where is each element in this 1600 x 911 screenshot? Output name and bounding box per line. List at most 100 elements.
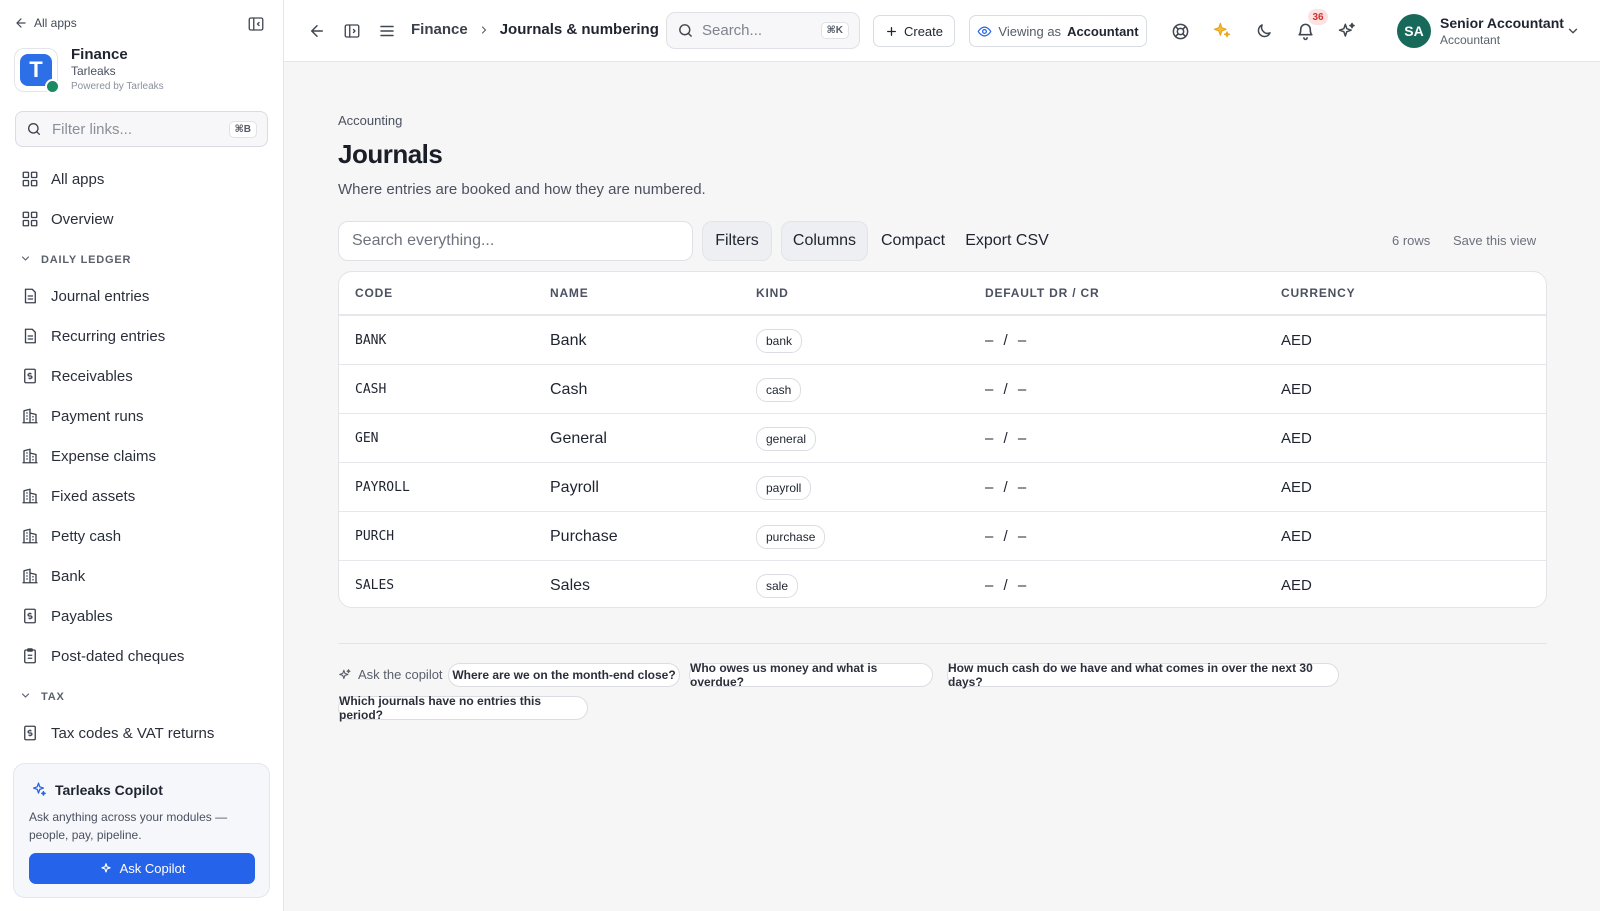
filters-button[interactable]: Filters — [702, 221, 772, 261]
column-header-code[interactable]: CODE — [355, 272, 393, 314]
table-search-input[interactable] — [352, 232, 679, 250]
grid-icon — [21, 210, 39, 228]
sidebar-item-recurring-entries[interactable]: Recurring entries — [21, 324, 165, 348]
column-header-kind[interactable]: KIND — [756, 272, 789, 314]
sparkle-icon — [99, 862, 113, 876]
sidebar-item-label: Post-dated cheques — [51, 647, 185, 665]
cell-default-dr-cr: – / – — [985, 381, 1027, 398]
ask-copilot-label: Ask the copilot — [338, 667, 443, 682]
plus-icon — [885, 25, 898, 38]
chevron-down-icon — [21, 691, 33, 703]
viewing-as-role: Accountant — [1067, 23, 1139, 39]
building-icon — [21, 447, 39, 465]
columns-button[interactable]: Columns — [781, 221, 868, 261]
table-row[interactable]: GEN General general – / – AED — [339, 414, 1546, 463]
cell-kind: payroll — [756, 463, 812, 512]
sidebar-item-all-apps[interactable]: All apps — [21, 167, 104, 191]
breadcrumb-finance[interactable]: Finance — [411, 21, 468, 38]
back-arrow-icon[interactable] — [306, 20, 328, 42]
back-to-all-apps-label: All apps — [34, 16, 77, 30]
kind-pill: purchase — [756, 524, 826, 549]
table-row[interactable]: BANK Bank bank – / – AED — [339, 316, 1546, 365]
sparkle-icon — [30, 781, 47, 798]
global-search-input[interactable] — [702, 22, 812, 39]
sidebar-item-receivables[interactable]: Receivables — [21, 364, 133, 388]
save-view-button[interactable]: Save this view — [1453, 233, 1536, 248]
app-subtitle: Tarleaks — [71, 64, 116, 78]
copilot-prompt-chip[interactable]: How much cash do we have and what comes … — [947, 661, 1339, 689]
journals-table: CODE NAME KIND DEFAULT DR / CR CURRENCY … — [338, 271, 1547, 608]
column-header-name[interactable]: NAME — [550, 272, 589, 314]
cell-code: SALES — [355, 578, 395, 593]
menu-icon[interactable] — [376, 20, 398, 42]
column-header-currency[interactable]: CURRENCY — [1281, 272, 1355, 314]
main-area: Finance Journals & numbering ⌘K Create V… — [284, 0, 1600, 911]
sidebar-item-payment-runs[interactable]: Payment runs — [21, 404, 144, 428]
create-button[interactable]: Create — [873, 15, 955, 47]
kind-pill: bank — [756, 328, 803, 353]
ask-copilot-button[interactable]: Ask Copilot — [29, 853, 255, 884]
column-header-default-dr-cr[interactable]: DEFAULT DR / CR — [985, 272, 1099, 314]
kind-pill: sale — [756, 573, 799, 598]
dollar-document-icon — [21, 607, 39, 625]
sidebar-item-journal-entries[interactable]: Journal entries — [21, 284, 149, 308]
chevron-down-icon[interactable] — [1562, 20, 1584, 42]
cell-currency: AED — [1281, 430, 1312, 447]
sidebar-toggle-icon[interactable] — [341, 20, 363, 42]
help-lifebuoy-icon[interactable] — [1169, 20, 1191, 42]
powered-by-text: Powered by Tarleaks — [71, 81, 164, 92]
sidebar-item-tax-codes-and-vat-returns[interactable]: Tax codes & VAT returns — [21, 721, 214, 745]
eye-icon — [977, 24, 992, 39]
export-csv-button[interactable]: Export CSV — [958, 221, 1056, 261]
copilot-card: Tarleaks Copilot Ask anything across you… — [13, 763, 270, 898]
app-title: Finance — [71, 46, 128, 63]
table-row[interactable]: PAYROLL Payroll payroll – / – AED — [339, 463, 1546, 512]
compact-button[interactable]: Compact — [876, 221, 950, 261]
table-row[interactable]: CASH Cash cash – / – AED — [339, 365, 1546, 414]
back-to-all-apps-link[interactable]: All apps — [14, 16, 77, 30]
ai-assistant-icon[interactable] — [1336, 20, 1358, 42]
table-row[interactable]: SALES Sales sale – / – AED — [339, 561, 1546, 607]
kind-pill: cash — [756, 377, 802, 402]
sidebar-item-bank[interactable]: Bank — [21, 564, 85, 588]
cell-code: CASH — [355, 382, 387, 397]
cell-default-dr-cr: – / – — [985, 577, 1027, 594]
cell-default-dr-cr: – / – — [985, 479, 1027, 496]
sidebar-item-fixed-assets[interactable]: Fixed assets — [21, 484, 135, 508]
viewing-as-button[interactable]: Viewing as Accountant — [969, 15, 1147, 47]
user-avatar[interactable]: SA — [1397, 14, 1431, 48]
dollar-document-icon — [21, 724, 39, 742]
collapse-sidebar-button[interactable] — [247, 15, 267, 35]
sidebar-section-daily-ledger[interactable]: DAILY LEDGER — [21, 254, 131, 266]
cell-kind: bank — [756, 316, 803, 365]
page-description: Where entries are booked and how they ar… — [338, 181, 706, 198]
user-name[interactable]: Senior Accountant — [1440, 15, 1564, 31]
sidebar-item-post-dated-cheques[interactable]: Post-dated cheques — [21, 644, 184, 668]
search-icon — [26, 121, 42, 137]
cell-code: BANK — [355, 333, 387, 348]
logo-status-dot — [45, 79, 60, 94]
sidebar-item-label: Journal entries — [51, 287, 150, 305]
section-divider — [338, 643, 1547, 644]
copilot-prompt-chip[interactable]: Which journals have no entries this peri… — [338, 694, 588, 722]
create-label: Create — [903, 23, 944, 39]
sidebar: All apps T Finance Tarleaks Powered by T… — [0, 0, 284, 911]
sparkle-ai-icon[interactable] — [1211, 20, 1233, 42]
table-search-field — [338, 221, 693, 261]
sidebar-section-tax[interactable]: TAX — [21, 691, 65, 703]
cell-default-dr-cr: – / – — [985, 332, 1027, 349]
table-row[interactable]: PURCH Purchase purchase – / – AED — [339, 512, 1546, 561]
filter-links-input[interactable] — [52, 120, 222, 138]
building-icon — [21, 487, 39, 505]
sidebar-item-petty-cash[interactable]: Petty cash — [21, 524, 121, 548]
cell-code: PAYROLL — [355, 480, 410, 495]
breadcrumb: Finance Journals & numbering — [411, 21, 659, 38]
copilot-prompt-chip[interactable]: Where are we on the month-end close? — [448, 663, 680, 687]
sidebar-item-label: All apps — [51, 170, 105, 188]
moon-icon[interactable] — [1253, 20, 1275, 42]
copilot-card-description: Ask anything across your modules — peopl… — [29, 810, 228, 842]
sidebar-item-payables[interactable]: Payables — [21, 604, 113, 628]
copilot-prompt-chip[interactable]: Who owes us money and what is overdue? — [689, 661, 933, 689]
sidebar-item-expense-claims[interactable]: Expense claims — [21, 444, 156, 468]
sidebar-item-overview[interactable]: Overview — [21, 207, 114, 231]
